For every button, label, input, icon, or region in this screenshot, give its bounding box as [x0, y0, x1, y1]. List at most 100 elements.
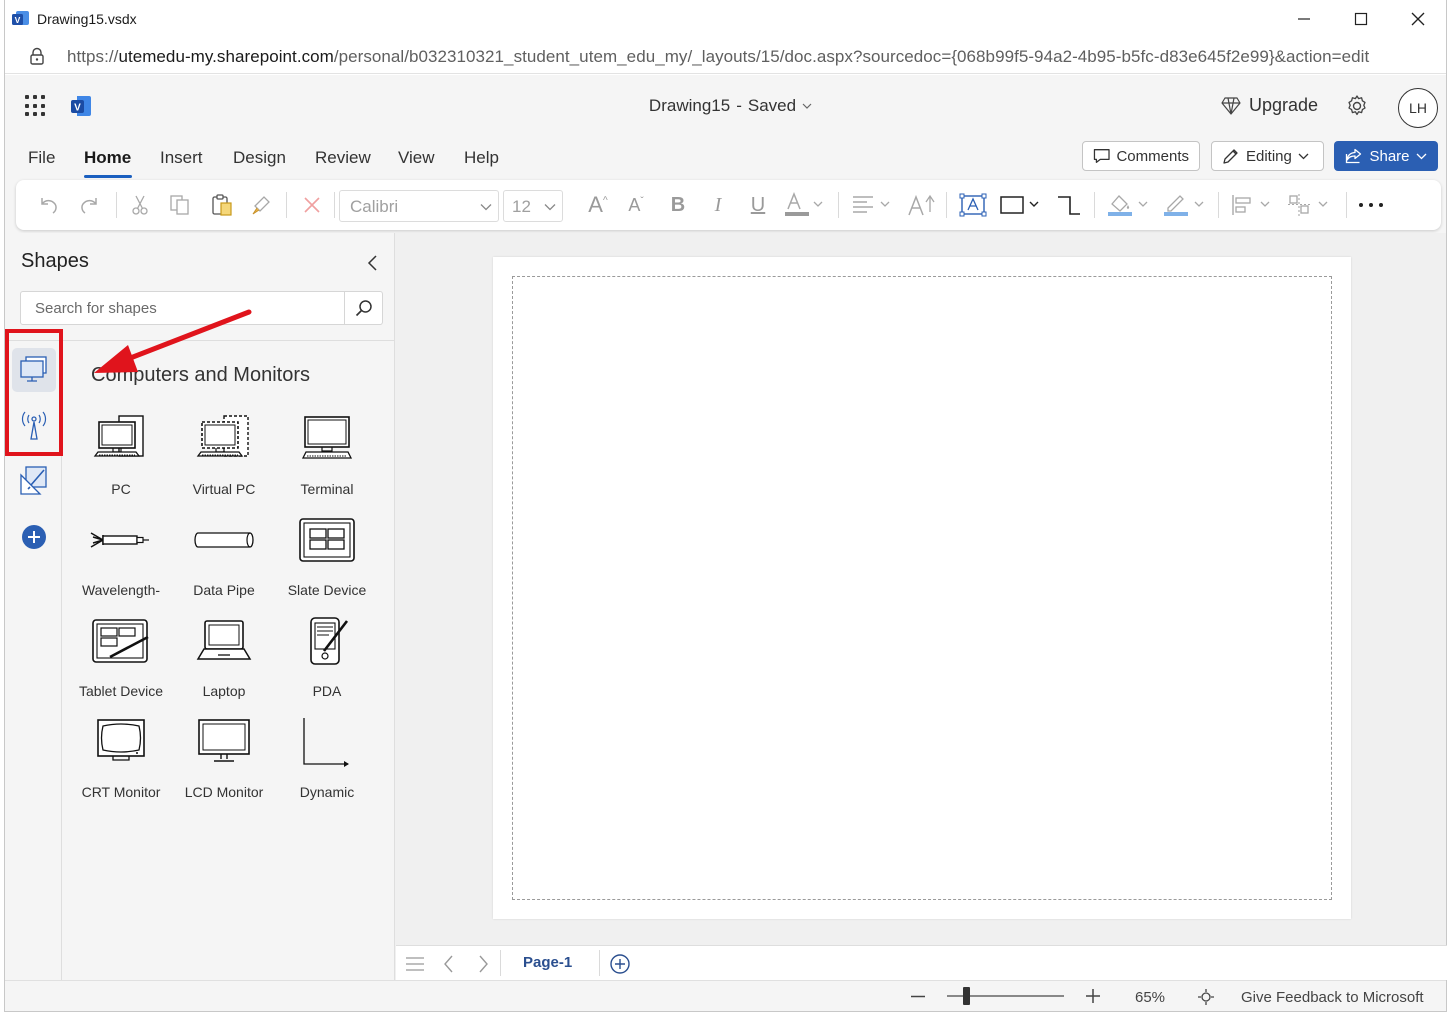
search-input[interactable] — [21, 292, 343, 324]
delete-button[interactable] — [298, 191, 326, 219]
shape-item-lcd-monitor[interactable]: LCD Monitor — [174, 714, 274, 814]
minimize-button[interactable] — [1275, 0, 1333, 38]
upgrade-label: Upgrade — [1249, 95, 1319, 115]
text-direction-icon — [908, 194, 935, 216]
tab-file[interactable]: File — [28, 148, 55, 168]
shape-item-laptop[interactable]: Laptop — [174, 613, 274, 713]
tab-review[interactable]: Review — [315, 148, 371, 168]
shape-label: Dynamic — [299, 784, 355, 800]
tab-insert[interactable]: Insert — [160, 148, 203, 168]
align-text-button[interactable] — [848, 191, 898, 219]
font-color-button[interactable] — [780, 191, 830, 219]
shape-picker-button[interactable] — [998, 191, 1046, 219]
collapse-pane-icon[interactable] — [367, 254, 379, 272]
shape-item-wavelength[interactable]: Wavelength- — [71, 512, 171, 612]
highlight-box — [5, 329, 63, 456]
close-icon — [1411, 12, 1425, 26]
page-tab-separator — [500, 950, 501, 976]
rectangle-shape-icon — [1000, 196, 1039, 214]
position-button[interactable] — [1286, 191, 1336, 219]
cut-button[interactable] — [126, 191, 154, 219]
page-tab-separator — [599, 950, 600, 976]
shrink-font-button[interactable]: Aˇ — [622, 191, 650, 219]
shape-item-pda[interactable]: PDA — [277, 613, 377, 713]
line-pen-icon — [1164, 195, 1204, 216]
undo-button[interactable] — [34, 191, 62, 219]
shape-label: LCD Monitor — [184, 784, 264, 800]
upgrade-button[interactable]: Upgrade — [1221, 95, 1318, 116]
italic-button[interactable]: I — [704, 191, 732, 219]
tab-design[interactable]: Design — [233, 148, 286, 168]
shape-item-tablet-device[interactable]: Tablet Device — [71, 613, 171, 713]
text-direction-button[interactable] — [904, 191, 938, 219]
zoom-slider-thumb[interactable] — [963, 987, 971, 1005]
page-tab-bar: Page-1 — [396, 945, 1447, 980]
line-color-button[interactable] — [1160, 191, 1210, 219]
shape-item-pc[interactable]: PC — [71, 411, 171, 511]
feedback-link[interactable]: Give Feedback to Microsoft — [1241, 989, 1424, 1006]
undo-icon — [41, 198, 57, 214]
text-box-button[interactable] — [956, 191, 990, 219]
chevron-right-icon[interactable] — [478, 954, 490, 974]
search-button[interactable] — [344, 292, 383, 324]
gear-icon[interactable] — [1345, 94, 1369, 118]
font-name-value: Calibri — [350, 197, 399, 216]
tab-home[interactable]: Home — [84, 148, 131, 168]
add-stencil-button[interactable] — [12, 515, 56, 559]
underline-button[interactable]: U — [744, 191, 772, 219]
virtual-pc-icon — [196, 415, 249, 457]
align-shapes-button[interactable] — [1228, 191, 1278, 219]
shape-item-terminal[interactable]: Terminal — [277, 411, 377, 511]
tab-help[interactable]: Help — [464, 148, 499, 168]
save-status: Saved — [747, 96, 797, 115]
page-tab-page-1[interactable]: Page-1 — [523, 954, 572, 971]
fit-to-window-icon[interactable] — [1197, 988, 1215, 1006]
chevron-left-icon[interactable] — [442, 954, 454, 974]
ribbon-separator — [334, 192, 335, 218]
drawing-page[interactable] — [493, 257, 1351, 919]
maximize-button[interactable] — [1332, 0, 1390, 38]
format-painter-icon — [252, 196, 270, 215]
tablet-device-icon — [92, 619, 149, 663]
copy-button[interactable] — [166, 191, 194, 219]
avatar[interactable]: LH — [1398, 88, 1438, 128]
zoom-slider[interactable] — [947, 987, 1064, 1005]
shape-item-virtual-pc[interactable]: Virtual PC — [174, 411, 274, 511]
ellipsis-icon — [1359, 203, 1383, 207]
shapes-pane-title: Shapes — [21, 250, 89, 272]
lock-icon — [30, 47, 44, 65]
grow-font-button[interactable]: A^ — [584, 191, 612, 219]
comments-button[interactable]: Comments — [1082, 141, 1200, 171]
connector-button[interactable] — [1054, 191, 1084, 219]
stencil-drawing-tools[interactable] — [12, 459, 56, 503]
page-list-icon[interactable] — [404, 955, 426, 973]
fill-color-button[interactable] — [1104, 191, 1154, 219]
format-painter-button[interactable] — [248, 191, 276, 219]
paste-button[interactable] — [208, 191, 236, 219]
pencil-icon — [1223, 149, 1238, 164]
more-options-button[interactable] — [1356, 191, 1386, 219]
close-button[interactable] — [1389, 0, 1447, 38]
pane-divider — [5, 340, 394, 341]
share-button[interactable]: Share — [1334, 141, 1438, 171]
shape-item-dynamic-connector[interactable]: Dynamic — [277, 714, 377, 814]
editing-mode-button[interactable]: Editing — [1211, 141, 1324, 171]
diamond-icon — [1221, 96, 1241, 115]
app-window: V Drawing15.vsdx https://utemedu-my.shar… — [4, 0, 1447, 1012]
shape-item-slate-device[interactable]: Slate Device — [277, 512, 377, 612]
shape-item-data-pipe[interactable]: Data Pipe — [174, 512, 274, 612]
shape-item-crt-monitor[interactable]: CRT Monitor — [71, 714, 171, 814]
url-text[interactable]: https://utemedu-my.sharepoint.com/person… — [67, 47, 1369, 67]
redo-button[interactable] — [76, 191, 104, 219]
zoom-out-icon[interactable] — [910, 995, 926, 998]
window-title: Drawing15.vsdx — [37, 11, 137, 27]
tab-view[interactable]: View — [398, 148, 435, 168]
address-bar[interactable]: https://utemedu-my.sharepoint.com/person… — [5, 38, 1446, 74]
zoom-level[interactable]: 65% — [1135, 989, 1165, 1006]
zoom-in-icon[interactable] — [1085, 988, 1101, 1004]
font-size-dropdown[interactable]: 12 — [503, 190, 563, 222]
shrink-font-icon: Aˇ — [628, 194, 644, 215]
add-page-icon[interactable] — [609, 953, 631, 975]
font-name-dropdown[interactable]: Calibri — [339, 190, 499, 222]
bold-button[interactable]: B — [664, 191, 692, 219]
